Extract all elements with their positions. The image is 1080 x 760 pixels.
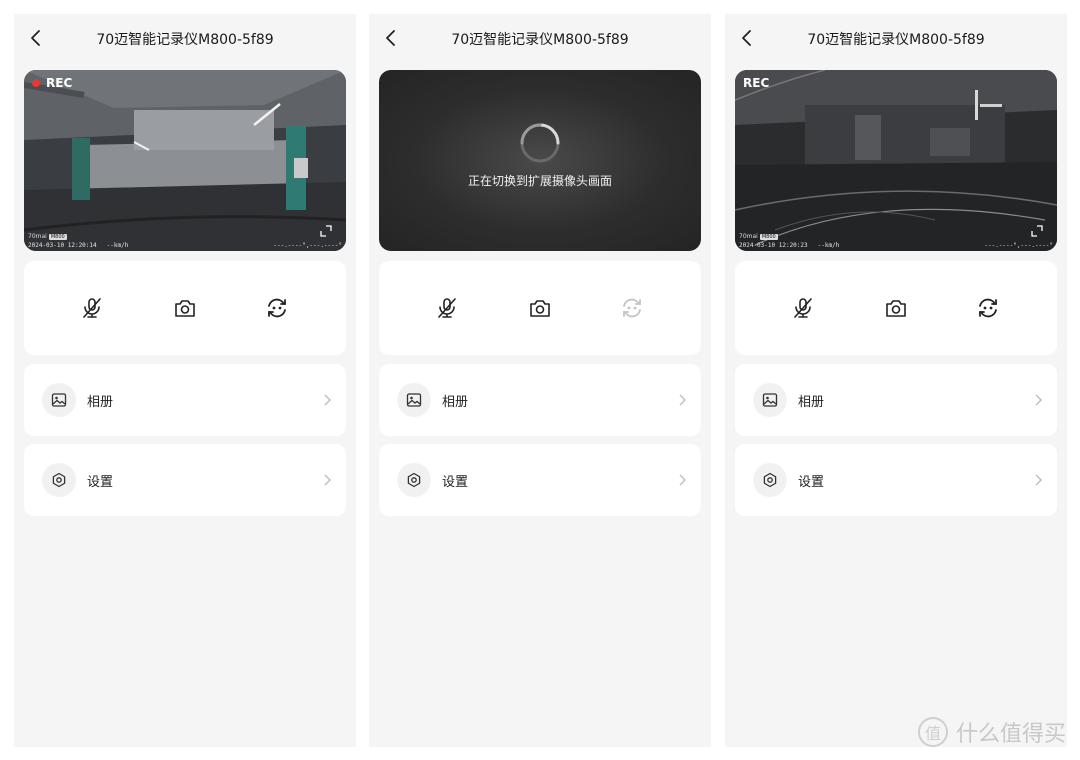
timestamp-overlay: 2024-03-10 12:20:14 --km/h bbox=[28, 242, 128, 249]
switch-camera-icon[interactable] bbox=[265, 296, 289, 320]
speed: --km/h bbox=[106, 242, 129, 249]
album-label: 相册 bbox=[87, 395, 114, 410]
rec-indicator: REC bbox=[743, 76, 769, 90]
page-title: 70迈智能记录仪M800-5f89 bbox=[451, 32, 629, 48]
camera-preview[interactable]: REC 70mai M800 2024-03-10 12:20:14 --km/h … bbox=[24, 70, 346, 251]
brand-name: 70mai bbox=[739, 233, 758, 240]
album-icon-wrap bbox=[42, 383, 76, 417]
album-menu-item[interactable]: 相册 bbox=[735, 364, 1057, 436]
camera-icon[interactable] bbox=[884, 296, 908, 320]
control-panel bbox=[379, 261, 701, 355]
watermark-logo: 值 bbox=[917, 717, 948, 747]
mic-off-icon[interactable] bbox=[791, 296, 815, 320]
brand-logo: 70mai M800 bbox=[739, 233, 778, 240]
loading-message: 正在切换到扩展摄像头画面 bbox=[467, 174, 612, 188]
rec-label: REC bbox=[46, 76, 73, 90]
app-screen-3: 70迈智能记录仪M800-5f89 REC 70mai M800 2024-03-… bbox=[725, 14, 1067, 747]
top-bar: 70迈智能记录仪M800-5f89 bbox=[14, 14, 356, 62]
album-label: 相册 bbox=[798, 395, 825, 410]
app-screen-2: 70迈智能记录仪M800-5f89 正在切换到扩展摄像头画面 相册 设置 bbox=[369, 14, 711, 747]
switch-camera-icon[interactable] bbox=[976, 296, 1000, 320]
page-title: 70迈智能记录仪M800-5f89 bbox=[807, 32, 985, 48]
camera-icon[interactable] bbox=[173, 296, 197, 320]
chevron-right-icon bbox=[324, 474, 331, 486]
chevron-right-icon bbox=[1035, 474, 1042, 486]
settings-hex-icon bbox=[52, 472, 66, 488]
chevron-right-icon bbox=[679, 474, 686, 486]
settings-hex-icon bbox=[763, 472, 777, 488]
settings-menu-item[interactable]: 设置 bbox=[379, 444, 701, 516]
camera-preview: 正在切换到扩展摄像头画面 bbox=[379, 70, 701, 251]
timestamp: 2024-03-10 12:20:14 bbox=[28, 242, 97, 249]
image-icon bbox=[406, 393, 422, 407]
settings-menu-item[interactable]: 设置 bbox=[735, 444, 1057, 516]
control-panel bbox=[735, 261, 1057, 355]
fullscreen-icon[interactable] bbox=[1031, 225, 1043, 237]
mic-off-icon[interactable] bbox=[435, 296, 459, 320]
top-bar: 70迈智能记录仪M800-5f89 bbox=[369, 14, 711, 62]
camera-feed-image bbox=[735, 70, 1057, 251]
rec-label: REC bbox=[743, 76, 770, 90]
model-badge: M800 bbox=[48, 234, 67, 240]
watermark-text: 什么值得买 bbox=[955, 722, 1066, 747]
brand-logo: 70mai M800 bbox=[28, 233, 67, 240]
album-menu-item[interactable]: 相册 bbox=[24, 364, 346, 436]
timestamp: 2024-03-10 12:20:23 bbox=[739, 242, 808, 249]
gps-coordinates: ---.----°,---.----° bbox=[273, 242, 342, 249]
timestamp-overlay: 2024-03-10 12:20:23 --km/h bbox=[739, 242, 839, 249]
camera-preview[interactable]: REC 70mai M800 2024-03-10 12:20:23 --km/h … bbox=[735, 70, 1057, 251]
speed: --km/h bbox=[817, 242, 840, 249]
control-panel bbox=[24, 261, 346, 355]
settings-icon-wrap bbox=[753, 463, 787, 497]
mic-off-icon[interactable] bbox=[80, 296, 104, 320]
chevron-right-icon bbox=[324, 394, 331, 406]
chevron-right-icon bbox=[1035, 394, 1042, 406]
camera-feed-image bbox=[24, 70, 346, 251]
album-label: 相册 bbox=[442, 395, 469, 410]
app-screen-1: 70迈智能记录仪M800-5f89 REC 70mai M800 2024-03-… bbox=[14, 14, 356, 747]
chevron-right-icon bbox=[679, 394, 686, 406]
settings-label: 设置 bbox=[798, 475, 825, 490]
album-icon-wrap bbox=[753, 383, 787, 417]
settings-label: 设置 bbox=[87, 475, 114, 490]
brand-name: 70mai bbox=[28, 233, 47, 240]
top-bar: 70迈智能记录仪M800-5f89 bbox=[725, 14, 1067, 62]
settings-menu-item[interactable]: 设置 bbox=[24, 444, 346, 516]
settings-hex-icon bbox=[407, 472, 421, 488]
camera-icon[interactable] bbox=[528, 296, 552, 320]
album-menu-item[interactable]: 相册 bbox=[379, 364, 701, 436]
settings-label: 设置 bbox=[442, 475, 469, 490]
settings-icon-wrap bbox=[42, 463, 76, 497]
watermark: 值 什么值得买 bbox=[917, 716, 1066, 748]
loading-spinner-icon bbox=[520, 123, 560, 163]
page-title: 70迈智能记录仪M800-5f89 bbox=[96, 32, 274, 48]
rec-dot-icon bbox=[32, 79, 40, 87]
rec-indicator: REC bbox=[32, 76, 72, 90]
gps-coordinates: ---.----°,---.----° bbox=[984, 242, 1053, 249]
switch-camera-icon bbox=[623, 298, 641, 318]
settings-icon-wrap bbox=[397, 463, 431, 497]
image-icon bbox=[51, 393, 67, 407]
fullscreen-icon[interactable] bbox=[320, 225, 332, 237]
model-badge: M800 bbox=[759, 234, 778, 240]
album-icon-wrap bbox=[397, 383, 431, 417]
image-icon bbox=[762, 393, 778, 407]
